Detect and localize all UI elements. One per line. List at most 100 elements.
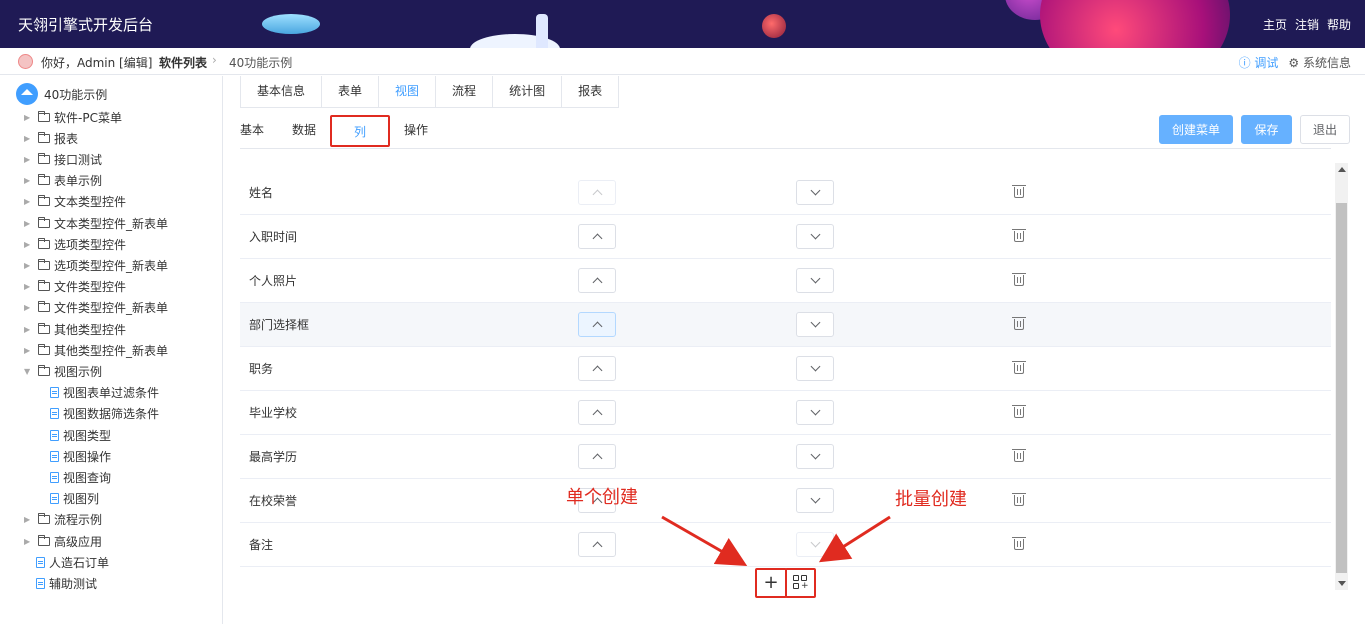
trash-icon[interactable] bbox=[1012, 229, 1026, 242]
single-create-annotation: 单个创建 bbox=[566, 487, 638, 508]
sidebar-item[interactable]: 人造石订单 bbox=[36, 552, 109, 572]
caret-right-icon[interactable]: ▶ bbox=[24, 282, 34, 291]
move-down-button[interactable] bbox=[796, 312, 834, 337]
tab-report[interactable]: 报表 bbox=[562, 76, 618, 107]
subtab-columns[interactable]: 列 bbox=[330, 115, 391, 147]
trash-icon[interactable] bbox=[1012, 493, 1026, 506]
caret-right-icon[interactable]: ▶ bbox=[24, 219, 34, 228]
gear-icon: ⚙ bbox=[1288, 56, 1303, 70]
sidebar-item[interactable]: ▶ 文件类型控件_新表单 bbox=[24, 298, 168, 318]
sidebar-item[interactable]: 视图操作 bbox=[50, 446, 111, 466]
move-up-button[interactable] bbox=[578, 356, 616, 381]
create-menu-button[interactable]: 创建菜单 bbox=[1159, 115, 1233, 144]
sidebar-item[interactable]: ▶ 选项类型控件_新表单 bbox=[24, 255, 168, 275]
subtab-basic[interactable]: 基本 bbox=[240, 115, 278, 147]
breadcrumb-software-list[interactable]: 软件列表 bbox=[159, 54, 207, 71]
caret-right-icon[interactable]: ▶ bbox=[24, 346, 34, 355]
column-list-scrollbar[interactable] bbox=[1335, 163, 1348, 590]
move-up-button[interactable] bbox=[578, 312, 616, 337]
debug-link[interactable]: ⓘ 调试 bbox=[1239, 54, 1279, 71]
trash-icon[interactable] bbox=[1012, 405, 1026, 418]
tab-flow[interactable]: 流程 bbox=[436, 76, 494, 107]
sidebar-item[interactable]: 视图列 bbox=[50, 489, 99, 509]
sidebar-item[interactable]: 视图表单过滤条件 bbox=[50, 383, 159, 403]
trash-icon[interactable] bbox=[1012, 449, 1026, 462]
folder-icon bbox=[38, 322, 50, 334]
trash-icon[interactable] bbox=[1012, 537, 1026, 550]
scroll-up-icon[interactable] bbox=[1338, 167, 1346, 172]
save-button[interactable]: 保存 bbox=[1241, 115, 1292, 144]
sidebar-item[interactable]: 视图查询 bbox=[50, 467, 111, 487]
sidebar-item[interactable]: ▶ 表单示例 bbox=[24, 171, 102, 191]
subtab-actions[interactable]: 操作 bbox=[390, 115, 442, 147]
trash-icon[interactable] bbox=[1012, 273, 1026, 286]
chevron-up-icon bbox=[592, 365, 602, 376]
tab-form[interactable]: 表单 bbox=[322, 76, 380, 107]
move-down-button[interactable] bbox=[796, 488, 834, 513]
caret-right-icon[interactable]: ▶ bbox=[24, 240, 34, 249]
move-down-button[interactable] bbox=[796, 224, 834, 249]
sidebar-item-label: 视图类型 bbox=[63, 428, 112, 443]
nav-help[interactable]: 帮助 bbox=[1327, 16, 1351, 33]
move-down-button[interactable] bbox=[796, 532, 834, 557]
caret-down-icon[interactable]: ▼ bbox=[24, 367, 34, 376]
move-down-button[interactable] bbox=[796, 356, 834, 381]
caret-right-icon[interactable]: ▶ bbox=[24, 515, 34, 524]
sidebar-item[interactable]: ▶ 报表 bbox=[24, 128, 78, 148]
trash-icon[interactable] bbox=[1012, 361, 1026, 374]
caret-right-icon[interactable]: ▶ bbox=[24, 113, 34, 122]
move-up-button[interactable] bbox=[578, 180, 616, 205]
exit-button[interactable]: 退出 bbox=[1300, 115, 1350, 144]
sidebar-item[interactable]: ▶ 文件类型控件 bbox=[24, 277, 126, 297]
sidebar-item-label: 视图表单过滤条件 bbox=[63, 386, 160, 401]
sidebar-item-label: 文件类型控件 bbox=[54, 280, 127, 295]
sidebar-item[interactable]: ▶ 其他类型控件 bbox=[24, 319, 126, 339]
column-name: 姓名 bbox=[249, 186, 274, 200]
sidebar-item-label: 视图数据筛选条件 bbox=[63, 407, 160, 422]
sidebar-item[interactable]: ▶ 流程示例 bbox=[24, 510, 102, 530]
move-down-button[interactable] bbox=[796, 400, 834, 425]
nav-logout[interactable]: 注销 bbox=[1295, 16, 1319, 33]
sidebar-item[interactable]: ▶ 软件-PC菜单 bbox=[24, 107, 122, 127]
sidebar-item[interactable]: ▶ 选项类型控件 bbox=[24, 234, 126, 254]
sidebar-item[interactable]: ▶ 接口测试 bbox=[24, 149, 102, 169]
caret-right-icon[interactable]: ▶ bbox=[24, 303, 34, 312]
caret-right-icon[interactable]: ▶ bbox=[24, 176, 34, 185]
nav-home[interactable]: 主页 bbox=[1263, 16, 1287, 33]
caret-right-icon[interactable]: ▶ bbox=[24, 134, 34, 143]
sidebar-item[interactable]: ▶ 其他类型控件_新表单 bbox=[24, 340, 168, 360]
caret-right-icon[interactable]: ▶ bbox=[24, 155, 34, 164]
sidebar-item[interactable]: ▶ 文本类型控件 bbox=[24, 192, 126, 212]
trash-icon[interactable] bbox=[1012, 317, 1026, 330]
sidebar-item[interactable]: 视图数据筛选条件 bbox=[50, 404, 159, 424]
caret-right-icon[interactable]: ▶ bbox=[24, 537, 34, 546]
document-icon bbox=[36, 577, 45, 589]
subtab-data[interactable]: 数据 bbox=[278, 115, 330, 147]
move-down-button[interactable] bbox=[796, 180, 834, 205]
sidebar-root[interactable]: 40功能示例 bbox=[16, 83, 107, 105]
sidebar-item[interactable]: ▶ 高级应用 bbox=[24, 531, 102, 551]
trash-icon[interactable] bbox=[1012, 185, 1026, 198]
user-greeting[interactable]: 你好，Admin [编辑] bbox=[41, 54, 152, 71]
move-up-button[interactable] bbox=[578, 268, 616, 293]
move-up-button[interactable] bbox=[578, 532, 616, 557]
tab-chart[interactable]: 统计图 bbox=[493, 76, 563, 107]
move-up-button[interactable] bbox=[578, 400, 616, 425]
tab-basic-info[interactable]: 基本信息 bbox=[241, 76, 323, 107]
move-up-button[interactable] bbox=[578, 224, 616, 249]
scroll-down-icon[interactable] bbox=[1338, 581, 1346, 586]
caret-right-icon[interactable]: ▶ bbox=[24, 197, 34, 206]
system-info-link[interactable]: ⚙ 系统信息 bbox=[1288, 54, 1351, 71]
caret-right-icon[interactable]: ▶ bbox=[24, 325, 34, 334]
tab-view[interactable]: 视图 bbox=[379, 76, 437, 107]
scroll-thumb[interactable] bbox=[1336, 203, 1347, 573]
sidebar-item[interactable]: 辅助测试 bbox=[36, 573, 97, 593]
move-down-button[interactable] bbox=[796, 444, 834, 469]
sidebar-item[interactable]: ▶ 文本类型控件_新表单 bbox=[24, 213, 168, 233]
move-down-button[interactable] bbox=[796, 268, 834, 293]
sidebar-item[interactable]: ▼ 视图示例 bbox=[24, 361, 102, 381]
move-up-button[interactable] bbox=[578, 444, 616, 469]
sidebar-item[interactable]: 视图类型 bbox=[50, 425, 111, 445]
document-icon bbox=[36, 556, 45, 568]
caret-right-icon[interactable]: ▶ bbox=[24, 261, 34, 270]
